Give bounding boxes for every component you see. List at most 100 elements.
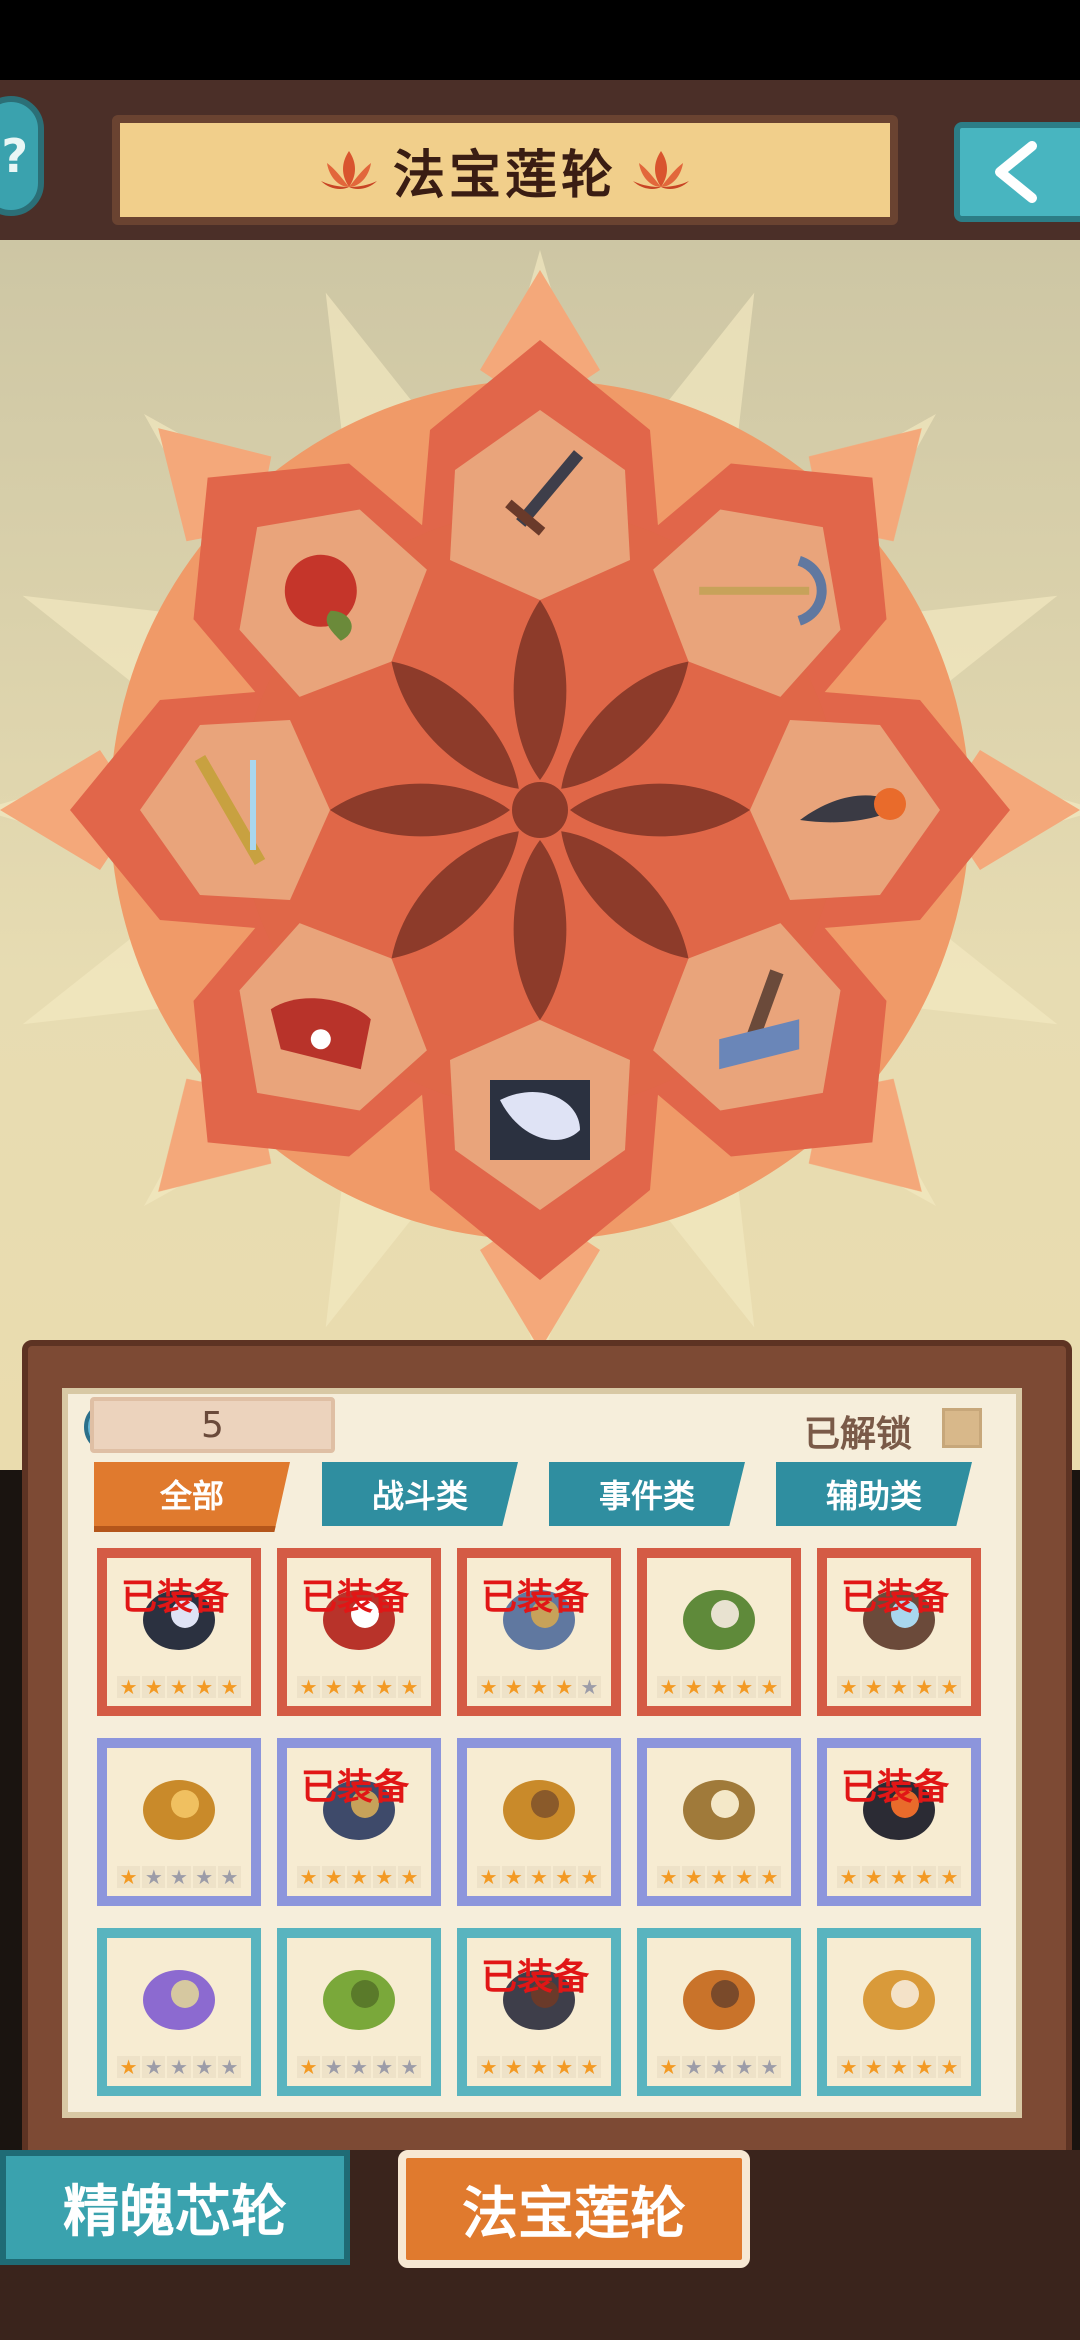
tab-combat[interactable]: 战斗类 <box>322 1462 518 1526</box>
item-card[interactable]: ★ ★ ★ ★ ★ 已装备 <box>97 1548 261 1716</box>
star-icon: ★ <box>577 2056 602 2078</box>
beads-ring-icon <box>683 1970 755 2030</box>
star-rating: ★ ★ ★ ★ ★ <box>657 1866 782 1888</box>
star-icon: ★ <box>657 1676 681 1698</box>
star-rating: ★ ★ ★ ★ ★ <box>117 2056 242 2078</box>
item-card[interactable]: ★ ★ ★ ★ ★ <box>637 1548 801 1716</box>
star-icon: ★ <box>502 1866 526 1888</box>
equipped-badge: 已装备 <box>481 1577 590 1618</box>
bead-necklace-icon <box>143 1780 215 1840</box>
unlocked-checkbox[interactable] <box>942 1408 982 1448</box>
star-icon: ★ <box>372 1676 396 1698</box>
help-button[interactable]: ? <box>0 96 44 216</box>
star-rating: ★ ★ ★ ★ ★ <box>117 1866 242 1888</box>
star-icon: ★ <box>682 2056 706 2078</box>
star-icon: ★ <box>217 1866 242 1888</box>
tab-all[interactable]: 全部 <box>94 1462 290 1532</box>
item-card[interactable]: ★ ★ ★ ★ ★ <box>97 1928 261 2096</box>
star-rating: ★ ★ ★ ★ ★ <box>297 1676 422 1698</box>
star-icon: ★ <box>912 2056 936 2078</box>
star-icon: ★ <box>372 1866 396 1888</box>
star-icon: ★ <box>167 2056 191 2078</box>
star-rating: ★ ★ ★ ★ ★ <box>837 1676 962 1698</box>
back-button[interactable] <box>954 122 1080 222</box>
star-rating: ★ ★ ★ ★ ★ <box>477 1866 602 1888</box>
star-icon: ★ <box>322 1866 346 1888</box>
item-card[interactable]: ★ ★ ★ ★ ★ 已装备 <box>817 1738 981 1906</box>
star-icon: ★ <box>142 1866 166 1888</box>
star-icon: ★ <box>397 2056 422 2078</box>
star-icon: ★ <box>117 2056 141 2078</box>
star-rating: ★ ★ ★ ★ ★ <box>657 2056 782 2078</box>
lotus-icon <box>320 151 377 189</box>
star-icon: ★ <box>552 1676 576 1698</box>
star-icon: ★ <box>912 1676 936 1698</box>
star-icon: ★ <box>192 1676 216 1698</box>
item-card[interactable]: ★ ★ ★ ★ ★ <box>277 1928 441 2096</box>
star-icon: ★ <box>297 1676 321 1698</box>
star-icon: ★ <box>477 1676 501 1698</box>
star-icon: ★ <box>297 2056 321 2078</box>
item-card[interactable]: ★ ★ ★ ★ ★ 已装备 <box>277 1738 441 1906</box>
star-icon: ★ <box>397 1866 422 1888</box>
item-card[interactable]: ★ ★ ★ ★ ★ 已装备 <box>817 1548 981 1716</box>
star-icon: ★ <box>657 2056 681 2078</box>
star-icon: ★ <box>502 2056 526 2078</box>
star-icon: ★ <box>192 2056 216 2078</box>
lotus-icon <box>633 151 689 189</box>
star-rating: ★ ★ ★ ★ ★ <box>477 2056 602 2078</box>
star-rating: ★ ★ ★ ★ ★ <box>297 1866 422 1888</box>
star-icon: ★ <box>707 2056 731 2078</box>
wheel-slot-white-feather[interactable] <box>490 1080 590 1160</box>
item-card[interactable]: ★ ★ ★ ★ ★ <box>97 1738 261 1906</box>
star-icon: ★ <box>167 1676 191 1698</box>
item-card[interactable]: ★ ★ ★ ★ ★ <box>817 1928 981 2096</box>
star-icon: ★ <box>937 2056 962 2078</box>
equipped-badge: 已装备 <box>481 1957 590 1998</box>
green-gourd-icon <box>683 1590 755 1650</box>
treasure-wheel-button[interactable]: 法宝莲轮 <box>398 2150 750 2268</box>
item-card[interactable]: ★ ★ ★ ★ ★ <box>457 1738 621 1906</box>
equipped-badge: 已装备 <box>301 1767 410 1808</box>
green-vine-icon <box>323 1970 395 2030</box>
star-icon: ★ <box>657 1866 681 1888</box>
equipped-badge: 已装备 <box>121 1577 230 1618</box>
star-icon: ★ <box>577 1676 602 1698</box>
star-rating: ★ ★ ★ ★ ★ <box>657 1676 782 1698</box>
star-icon: ★ <box>477 2056 501 2078</box>
star-icon: ★ <box>552 2056 576 2078</box>
spirit-wheel-button[interactable]: 精魄芯轮 <box>0 2150 350 2265</box>
star-icon: ★ <box>502 1676 526 1698</box>
star-icon: ★ <box>142 2056 166 2078</box>
star-rating: ★ ★ ★ ★ ★ <box>477 1676 602 1698</box>
help-label: ? <box>1 129 28 183</box>
star-icon: ★ <box>527 1866 551 1888</box>
golden-bell-icon <box>863 1970 935 2030</box>
star-icon: ★ <box>937 1866 962 1888</box>
star-icon: ★ <box>117 1866 141 1888</box>
item-card[interactable]: ★ ★ ★ ★ ★ 已装备 <box>457 1548 621 1716</box>
item-card[interactable]: ★ ★ ★ ★ ★ 已装备 <box>277 1548 441 1716</box>
star-icon: ★ <box>117 1676 141 1698</box>
equipped-badge: 已装备 <box>841 1577 950 1618</box>
tab-aux[interactable]: 辅助类 <box>776 1462 972 1526</box>
star-icon: ★ <box>347 1866 371 1888</box>
item-card[interactable]: ★ ★ ★ ★ ★ <box>637 1928 801 2096</box>
item-card[interactable]: ★ ★ ★ ★ ★ 已装备 <box>457 1928 621 2096</box>
book-icon <box>683 1780 755 1840</box>
purple-orbs-icon <box>143 1970 215 2030</box>
star-rating: ★ ★ ★ ★ ★ <box>117 1676 242 1698</box>
star-icon: ★ <box>707 1676 731 1698</box>
star-icon: ★ <box>732 2056 756 2078</box>
star-icon: ★ <box>552 1866 576 1888</box>
star-rating: ★ ★ ★ ★ ★ <box>297 2056 422 2078</box>
back-arrow-icon <box>995 141 1037 203</box>
equipped-badge: 已装备 <box>841 1767 950 1808</box>
star-icon: ★ <box>297 1866 321 1888</box>
star-icon: ★ <box>527 2056 551 2078</box>
tab-event[interactable]: 事件类 <box>549 1462 745 1526</box>
title-plate: 法宝莲轮 <box>112 115 898 225</box>
unlocked-label: 已解锁 <box>804 1414 913 1455</box>
item-card[interactable]: ★ ★ ★ ★ ★ <box>637 1738 801 1906</box>
star-icon: ★ <box>887 1866 911 1888</box>
